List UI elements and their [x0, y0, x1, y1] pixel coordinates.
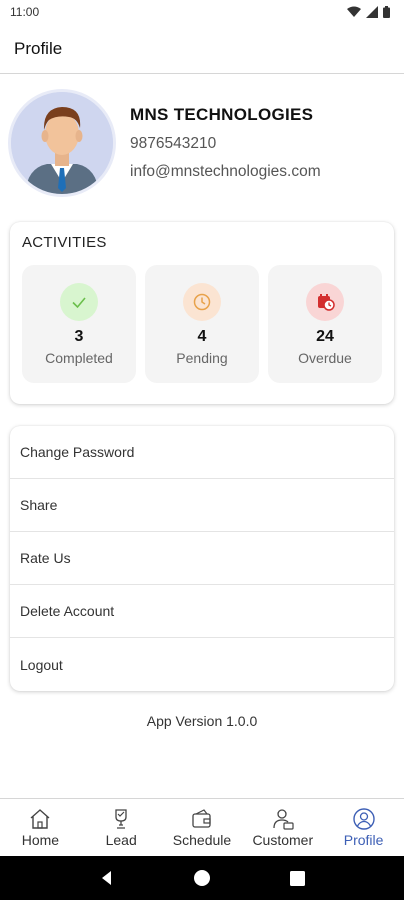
- delete-account-item[interactable]: Delete Account: [10, 585, 394, 638]
- nav-label: Customer: [252, 832, 314, 848]
- activity-count: 4: [197, 328, 207, 345]
- home-circle-icon[interactable]: [193, 869, 211, 887]
- battery-icon: [383, 6, 390, 18]
- rate-us-item[interactable]: Rate Us: [10, 532, 394, 585]
- status-icons: [347, 6, 390, 18]
- check-icon: [60, 283, 98, 321]
- phone-number: 9876543210: [130, 135, 217, 152]
- page-title: Profile: [14, 38, 63, 58]
- clock-icon: [183, 283, 221, 321]
- change-password-item[interactable]: Change Password: [10, 426, 394, 479]
- activity-label: Overdue: [298, 350, 352, 366]
- app-bar: Profile: [0, 24, 404, 74]
- nav-home[interactable]: Home: [0, 799, 81, 856]
- nav-label: Home: [21, 832, 60, 848]
- home-icon: [30, 809, 50, 829]
- back-icon[interactable]: [99, 870, 115, 886]
- activity-label: Pending: [176, 350, 228, 366]
- bottom-nav: Home Lead Schedule Customer Profile: [0, 798, 404, 856]
- nav-schedule[interactable]: Schedule: [162, 799, 243, 856]
- activity-overdue-tile[interactable]: 24 Overdue: [268, 265, 382, 383]
- activity-count: 3: [74, 328, 84, 345]
- avatar-person-icon: [11, 92, 113, 194]
- nav-label: Profile: [343, 832, 384, 848]
- signal-icon: [366, 6, 378, 18]
- nav-lead[interactable]: Lead: [81, 799, 162, 856]
- activity-count: 24: [316, 328, 334, 345]
- system-nav-bar: [0, 856, 404, 900]
- profile-info: MNS TECHNOLOGIES 9876543210 info@mnstech…: [130, 105, 321, 181]
- overdue-icon: [306, 283, 344, 321]
- nav-label: Lead: [105, 832, 137, 848]
- lead-icon: [115, 809, 127, 829]
- wifi-icon: [347, 6, 361, 17]
- activity-pending-tile[interactable]: 4 Pending: [145, 265, 259, 383]
- company-name: MNS TECHNOLOGIES: [130, 105, 314, 124]
- logout-item[interactable]: Logout: [10, 638, 394, 691]
- recents-icon[interactable]: [289, 870, 305, 886]
- share-item[interactable]: Share: [10, 479, 394, 532]
- nav-profile[interactable]: Profile: [323, 799, 404, 856]
- activity-completed-tile[interactable]: 3 Completed: [22, 265, 136, 383]
- status-time: 11:00: [10, 5, 40, 19]
- nav-customer[interactable]: Customer: [242, 799, 323, 856]
- activities-card: ACTIVITIES 3 Completed 4 Pending 24 Over…: [10, 222, 394, 404]
- profile-icon: [352, 808, 375, 830]
- customer-icon: [273, 809, 294, 830]
- settings-menu: Change Password Share Rate Us Delete Acc…: [10, 426, 394, 691]
- avatar: [8, 89, 116, 197]
- profile-header: MNS TECHNOLOGIES 9876543210 info@mnstech…: [0, 74, 404, 198]
- email-address: info@mnstechnologies.com: [130, 163, 321, 180]
- app-version: App Version 1.0.0: [146, 713, 258, 729]
- schedule-icon: [192, 809, 211, 828]
- activities-title: ACTIVITIES: [22, 234, 107, 251]
- status-bar: 11:00: [0, 0, 404, 24]
- nav-label: Schedule: [172, 832, 232, 848]
- activity-label: Completed: [45, 350, 113, 366]
- activity-row: 3 Completed 4 Pending 24 Overdue: [22, 265, 382, 383]
